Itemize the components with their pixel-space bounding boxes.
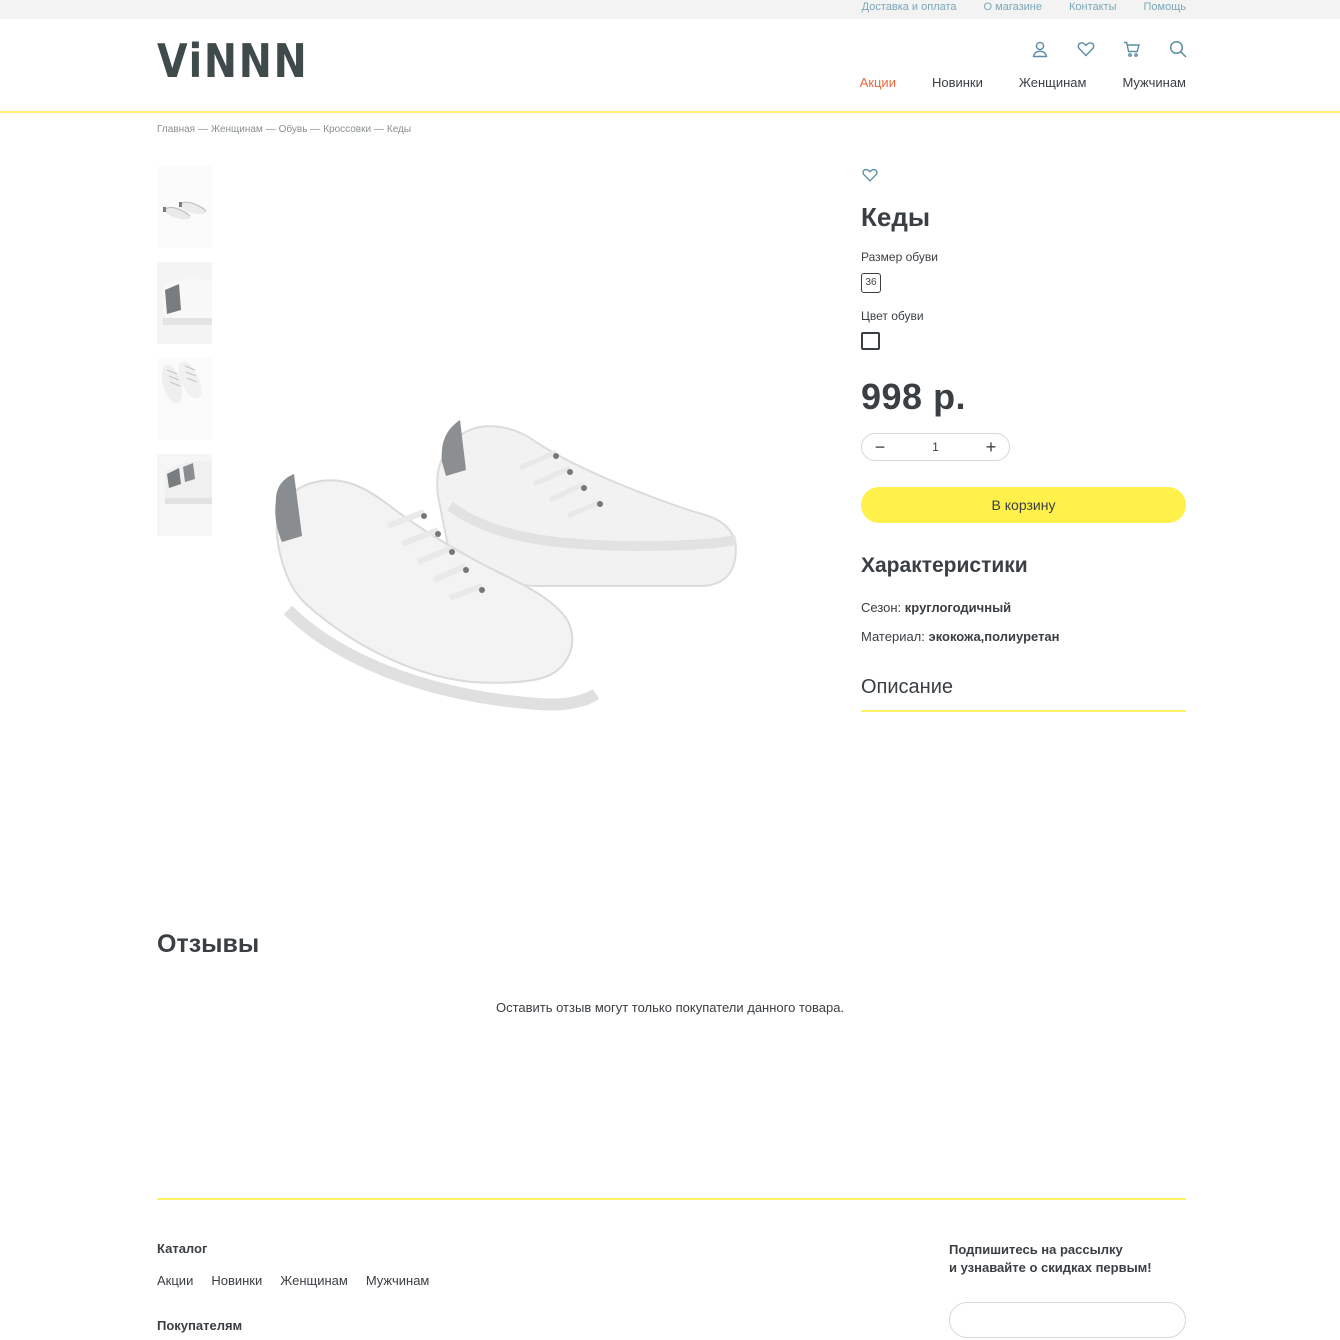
footer-link-women[interactable]: Женщинам	[280, 1273, 348, 1288]
user-icon[interactable]	[1030, 39, 1050, 59]
main-nav: Акции Новинки Женщинам Мужчинам	[860, 75, 1186, 90]
top-links: Доставка и оплата О магазине Контакты По…	[862, 0, 1186, 14]
spec-material: Материал: экокожа,полиуретан	[861, 629, 1060, 644]
main-product-image[interactable]	[238, 166, 816, 886]
spec-season: Сезон: круглогодичный	[861, 600, 1011, 615]
subscribe-email-input[interactable]	[949, 1302, 1186, 1338]
spec-material-value: экокожа,полиуретан	[928, 629, 1060, 644]
footer-link-new[interactable]: Новинки	[211, 1273, 262, 1288]
reviews-title: Отзывы	[157, 930, 260, 958]
specs-title: Характеристики	[861, 554, 1028, 577]
footer-buyers-title: Покупателям	[157, 1318, 243, 1333]
quantity-value[interactable]: 1	[932, 440, 939, 454]
footer-divider	[157, 1198, 1186, 1200]
product-price: 998 р.	[861, 376, 967, 417]
spec-material-label: Материал:	[861, 629, 925, 644]
header-icons	[1030, 39, 1188, 59]
link-contacts[interactable]: Контакты	[1069, 0, 1117, 14]
breadcrumb-current: Кеды	[386, 124, 412, 135]
breadcrumb-sneakers[interactable]: Кроссовки —	[323, 124, 384, 135]
size-label: Размер обуви	[861, 250, 938, 264]
description-toggle[interactable]: Описание	[861, 676, 1186, 712]
thumbnail-3[interactable]	[157, 358, 212, 440]
breadcrumb-home[interactable]: Главная —	[157, 124, 208, 135]
quantity-increase-button[interactable]: +	[983, 438, 999, 456]
link-delivery[interactable]: Доставка и оплата	[862, 0, 957, 14]
subscribe-line-1: Подпишитесь на рассылку	[949, 1242, 1123, 1257]
product-thumbnails	[157, 166, 213, 550]
footer-link-men[interactable]: Мужчинам	[366, 1273, 430, 1288]
color-label: Цвет обуви	[861, 309, 924, 323]
breadcrumb-women[interactable]: Женщинам —	[211, 124, 276, 135]
top-utility-bar: Доставка и оплата О магазине Контакты По…	[0, 0, 1340, 19]
subscribe-text: Подпишитесь на рассылку и узнавайте о ск…	[949, 1241, 1152, 1277]
add-to-cart-button[interactable]: В корзину	[861, 487, 1186, 523]
product-title: Кеды	[861, 202, 931, 232]
reviews-note: Оставить отзыв могут только покупатели д…	[495, 1000, 845, 1015]
size-option-36[interactable]: 36	[861, 273, 881, 293]
cart-icon[interactable]	[1122, 39, 1142, 59]
footer-catalog-title: Каталог	[157, 1241, 208, 1256]
color-swatch[interactable]	[861, 332, 880, 350]
heart-icon[interactable]	[1076, 39, 1096, 59]
breadcrumb: Главная — Женщинам — Обувь — Кроссовки —…	[157, 124, 411, 135]
nav-new[interactable]: Новинки	[932, 75, 983, 90]
thumbnail-2[interactable]	[157, 262, 212, 344]
thumbnail-1[interactable]	[157, 166, 212, 248]
logo[interactable]: ViNNN	[157, 35, 308, 87]
link-help[interactable]: Помощь	[1144, 0, 1187, 14]
footer-catalog-links: Акции Новинки Женщинам Мужчинам	[157, 1273, 429, 1288]
nav-men[interactable]: Мужчинам	[1122, 75, 1186, 90]
link-about[interactable]: О магазине	[984, 0, 1042, 14]
search-icon[interactable]	[1168, 39, 1188, 59]
subscribe-line-2: и узнавайте о скидках первым!	[949, 1260, 1152, 1275]
site-header: ViNNN Акции Новинки Женщинам Мужчинам	[0, 19, 1340, 113]
thumbnail-4[interactable]	[157, 454, 212, 536]
spec-season-value: круглогодичный	[904, 600, 1012, 615]
favorite-heart-icon[interactable]	[861, 166, 879, 184]
quantity-decrease-button[interactable]: −	[872, 438, 888, 456]
nav-sale[interactable]: Акции	[860, 75, 896, 90]
spec-season-label: Сезон:	[861, 600, 902, 615]
nav-women[interactable]: Женщинам	[1019, 75, 1087, 90]
breadcrumb-shoes[interactable]: Обувь —	[279, 124, 321, 135]
quantity-stepper: − 1 +	[861, 433, 1010, 461]
footer-link-sale[interactable]: Акции	[157, 1273, 193, 1288]
